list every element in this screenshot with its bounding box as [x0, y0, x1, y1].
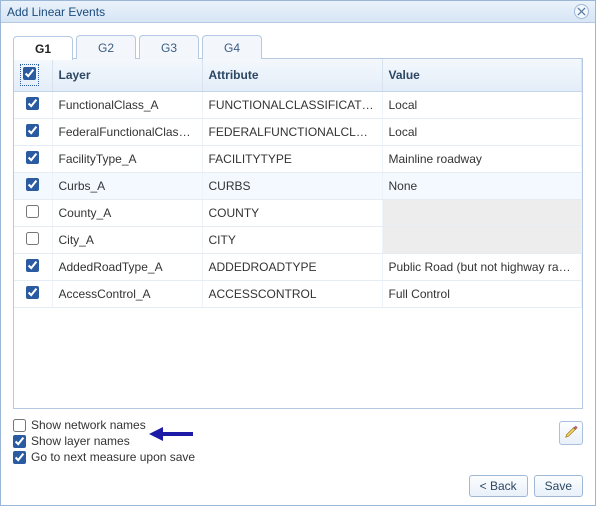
- cell-attribute: FUNCTIONALCLASSIFICATION: [202, 92, 382, 119]
- row-checkbox-cell: [14, 92, 52, 119]
- tabstrip: G1 G2 G3 G4: [13, 35, 583, 59]
- cell-value[interactable]: Mainline roadway: [382, 146, 582, 173]
- events-grid: Layer Attribute Value FunctionalClass_AF…: [14, 59, 582, 308]
- cell-value[interactable]: None: [382, 173, 582, 200]
- cell-attribute: CURBS: [202, 173, 382, 200]
- option-show-network-names: Show network names: [13, 417, 583, 433]
- cell-attribute: COUNTY: [202, 200, 382, 227]
- tabpanel: Layer Attribute Value FunctionalClass_AF…: [13, 58, 583, 409]
- option-go-next-measure: Go to next measure upon save: [13, 449, 583, 465]
- row-checkbox[interactable]: [26, 124, 39, 137]
- tab-g4[interactable]: G4: [202, 35, 262, 59]
- cell-attribute: CITY: [202, 227, 382, 254]
- cell-layer: County_A: [52, 200, 202, 227]
- table-row[interactable]: FederalFunctionalClass_AFEDERALFUNCTIONA…: [14, 119, 582, 146]
- row-checkbox[interactable]: [26, 286, 39, 299]
- show-network-names-label[interactable]: Show network names: [31, 417, 146, 433]
- cell-attribute: ACCESSCONTROL: [202, 281, 382, 308]
- header-checkbox-focus: [20, 64, 39, 86]
- row-checkbox[interactable]: [26, 178, 39, 191]
- tab-label: G4: [224, 41, 240, 55]
- cell-attribute: ADDEDROADTYPE: [202, 254, 382, 281]
- row-checkbox-cell: [14, 119, 52, 146]
- tab-label: G1: [35, 42, 51, 56]
- tab-label: G2: [98, 41, 114, 55]
- table-row[interactable]: FacilityType_AFACILITYTYPEMainline roadw…: [14, 146, 582, 173]
- row-checkbox[interactable]: [26, 151, 39, 164]
- cell-layer: FederalFunctionalClass_A: [52, 119, 202, 146]
- cell-layer: AccessControl_A: [52, 281, 202, 308]
- table-row[interactable]: AccessControl_AACCESSCONTROLFull Control: [14, 281, 582, 308]
- select-all-checkbox[interactable]: [23, 67, 36, 80]
- cell-layer: FunctionalClass_A: [52, 92, 202, 119]
- save-button[interactable]: Save: [534, 475, 583, 497]
- tab-g3[interactable]: G3: [139, 35, 199, 59]
- show-network-names-checkbox[interactable]: [13, 419, 26, 432]
- cell-attribute: FEDERALFUNCTIONALCLASS: [202, 119, 382, 146]
- row-checkbox[interactable]: [26, 205, 39, 218]
- row-checkbox-cell: [14, 227, 52, 254]
- cell-layer: City_A: [52, 227, 202, 254]
- row-checkbox[interactable]: [26, 97, 39, 110]
- option-show-layer-names: Show layer names: [13, 433, 583, 449]
- table-row[interactable]: FunctionalClass_AFUNCTIONALCLASSIFICATIO…: [14, 92, 582, 119]
- header-value[interactable]: Value: [382, 59, 582, 92]
- cell-value[interactable]: Local: [382, 92, 582, 119]
- row-checkbox-cell: [14, 200, 52, 227]
- table-row[interactable]: County_ACOUNTY: [14, 200, 582, 227]
- cell-attribute: FACILITYTYPE: [202, 146, 382, 173]
- table-row[interactable]: AddedRoadType_AADDEDROADTYPEPublic Road …: [14, 254, 582, 281]
- window-title: Add Linear Events: [7, 5, 574, 19]
- cell-value: [382, 227, 582, 254]
- row-checkbox-cell: [14, 254, 52, 281]
- dialog-add-linear-events: Add Linear Events G1 G2 G3 G4: [0, 0, 596, 506]
- pencil-icon: [564, 425, 578, 442]
- content: G1 G2 G3 G4 Layer: [1, 23, 595, 505]
- button-row: < Back Save: [13, 465, 583, 497]
- header-layer[interactable]: Layer: [52, 59, 202, 92]
- tab-label: G3: [161, 41, 177, 55]
- options-area: Show network names Show layer names Go t…: [13, 413, 583, 465]
- cell-value[interactable]: Local: [382, 119, 582, 146]
- row-checkbox-cell: [14, 146, 52, 173]
- header-checkbox-cell: [14, 59, 52, 92]
- cell-value[interactable]: Full Control: [382, 281, 582, 308]
- row-checkbox[interactable]: [26, 232, 39, 245]
- row-checkbox-cell: [14, 173, 52, 200]
- titlebar: Add Linear Events: [1, 1, 595, 23]
- row-checkbox-cell: [14, 281, 52, 308]
- edit-button[interactable]: [559, 421, 583, 445]
- header-attribute[interactable]: Attribute: [202, 59, 382, 92]
- cell-value: [382, 200, 582, 227]
- cell-layer: AddedRoadType_A: [52, 254, 202, 281]
- cell-layer: FacilityType_A: [52, 146, 202, 173]
- show-layer-names-checkbox[interactable]: [13, 435, 26, 448]
- tab-g1[interactable]: G1: [13, 36, 73, 60]
- go-next-measure-checkbox[interactable]: [13, 451, 26, 464]
- show-layer-names-label[interactable]: Show layer names: [31, 433, 130, 449]
- tab-g2[interactable]: G2: [76, 35, 136, 59]
- cell-value[interactable]: Public Road (but not highway ramp): [382, 254, 582, 281]
- table-row[interactable]: City_ACITY: [14, 227, 582, 254]
- close-icon: [577, 7, 586, 16]
- go-next-measure-label[interactable]: Go to next measure upon save: [31, 449, 195, 465]
- cell-layer: Curbs_A: [52, 173, 202, 200]
- back-button[interactable]: < Back: [469, 475, 528, 497]
- row-checkbox[interactable]: [26, 259, 39, 272]
- close-button[interactable]: [574, 4, 589, 19]
- table-row[interactable]: Curbs_ACURBSNone: [14, 173, 582, 200]
- grid-scroll[interactable]: Layer Attribute Value FunctionalClass_AF…: [14, 59, 582, 408]
